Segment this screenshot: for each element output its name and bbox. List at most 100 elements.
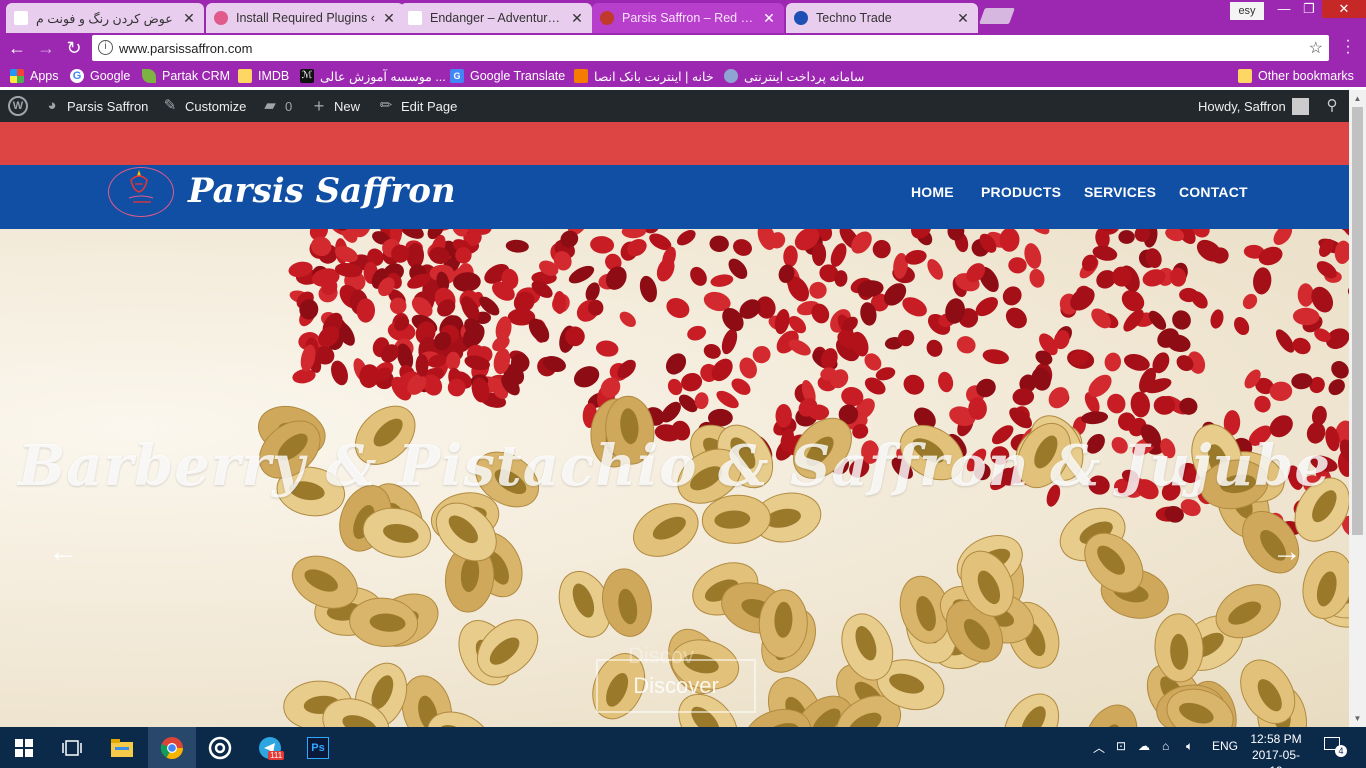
wp-customize[interactable]: ✎ Customize (162, 90, 247, 122)
close-tab-icon[interactable]: ✕ (956, 10, 970, 27)
edit-page-label: Edit Page (401, 98, 458, 114)
media-player-icon[interactable] (196, 727, 244, 768)
close-tab-icon[interactable]: ✕ (182, 10, 196, 27)
barberry (1292, 337, 1311, 355)
barberry (809, 281, 827, 299)
telegram-icon[interactable]: 111 (246, 727, 294, 768)
tab-0[interactable]: عوض کردن رنگ و فونت م ✕ (6, 3, 204, 33)
hero-slider: Barberry & Pistachio & Saffron & Jujube … (0, 229, 1349, 727)
tab-title: Endanger – Adventure W (430, 11, 564, 25)
bookmark-label: Google Translate (470, 69, 566, 83)
bookmark-imdb[interactable]: IMDB (238, 68, 289, 84)
nav-services[interactable]: SERVICES (1084, 184, 1156, 200)
tray-chevron-icon[interactable]: ︿ (1093, 739, 1105, 756)
clock-time: 12:58 PM (1250, 732, 1302, 746)
wp-my-account[interactable]: Howdy, Saffron (1198, 90, 1309, 122)
wp-new[interactable]: + New (311, 90, 360, 122)
restore-icon[interactable]: ❐ (1298, 0, 1320, 18)
saffron-icon (600, 11, 614, 25)
language-indicator[interactable]: ENG (1212, 739, 1238, 753)
wp-site-name[interactable]: ◕ Parsis Saffron (44, 90, 148, 122)
clock[interactable]: 12:58 PM 2017-05-19 (1246, 731, 1306, 768)
nav-contact[interactable]: CONTACT (1179, 184, 1248, 200)
tab-title: Parsis Saffron – Red Gold (622, 11, 756, 25)
tab-1[interactable]: Install Required Plugins ‹ ✕ (206, 3, 404, 33)
forward-icon[interactable]: → (35, 37, 57, 59)
chrome-menu-icon[interactable]: · · · (1340, 33, 1356, 61)
barberry (687, 325, 707, 341)
barberry (1234, 316, 1250, 336)
barberry (681, 373, 703, 392)
barberry (1104, 352, 1122, 372)
bookmark-google-translate[interactable]: G Google Translate (450, 68, 565, 84)
barberry (721, 328, 738, 355)
wp-search[interactable]: ⚲ (1324, 90, 1347, 122)
hero-title: Barberry & Pistachio & Saffron & Jujube (17, 433, 1332, 499)
other-bookmarks[interactable]: Other bookmarks (1238, 68, 1354, 84)
photoshop-icon[interactable]: Ps (294, 727, 342, 768)
barberry (1026, 229, 1050, 235)
brand-name[interactable]: Parsis Saffron (188, 171, 456, 211)
bookmark-google[interactable]: G Google (70, 68, 130, 84)
barberry (926, 339, 943, 357)
telegram-badge: 111 (268, 751, 285, 760)
plugin-icon (214, 11, 228, 25)
page-scrollbar[interactable]: ▲ ▼ (1349, 90, 1366, 727)
bookmark-ansar-bank[interactable]: خانه | اینترنت بانک انصا (574, 68, 714, 84)
bookmark-star-icon[interactable]: ☆ (1309, 38, 1323, 58)
onedrive-icon[interactable]: ☁ (1138, 739, 1150, 753)
barberry (595, 340, 619, 357)
next-slide-arrow-icon[interactable]: → (1272, 535, 1302, 569)
address-bar[interactable]: i www.parsissaffron.com ☆ (92, 35, 1329, 61)
site-info-icon[interactable]: i (98, 40, 113, 55)
reload-icon[interactable]: ↻ (63, 37, 85, 59)
close-tab-icon[interactable]: ✕ (570, 10, 584, 27)
barberry (1130, 391, 1150, 418)
scrollbar-thumb[interactable] (1352, 107, 1363, 535)
tab-3[interactable]: Parsis Saffron – Red Gold ✕ (592, 3, 784, 33)
barberry (982, 349, 1009, 365)
back-icon[interactable]: ← (6, 37, 28, 59)
wp-comments[interactable]: ▰ 0 (262, 90, 292, 122)
barberry (1328, 379, 1345, 396)
wp-edit-page[interactable]: ✏ Edit Page (378, 90, 458, 122)
barberry (1273, 229, 1293, 245)
windows-start-icon[interactable] (0, 727, 48, 768)
close-tab-icon[interactable]: ✕ (382, 10, 396, 27)
leaf-icon (142, 69, 156, 83)
profile-button[interactable]: esy (1230, 2, 1264, 20)
nav-home[interactable]: HOME (911, 184, 954, 200)
task-view-icon[interactable] (48, 727, 96, 768)
prev-slide-arrow-icon[interactable]: ← (48, 535, 78, 569)
site-logo[interactable] (108, 167, 174, 217)
minimize-icon[interactable]: — (1270, 0, 1298, 18)
volume-icon[interactable]: 🔈︎ (1186, 739, 1193, 754)
chrome-icon[interactable] (148, 727, 196, 768)
scroll-down-icon[interactable]: ▼ (1349, 710, 1366, 727)
network-icon[interactable]: ⌂ (1162, 739, 1169, 753)
bookmark-partak-crm[interactable]: Partak CRM (142, 68, 230, 84)
barberry (1002, 286, 1022, 306)
barberry (505, 239, 529, 253)
scroll-up-icon[interactable]: ▲ (1349, 90, 1366, 107)
pencil-icon: ✏ (379, 97, 393, 114)
discover-button[interactable]: Discover (596, 659, 756, 713)
tab-2[interactable]: Endanger – Adventure W ✕ (400, 3, 592, 33)
barberry (590, 236, 615, 254)
tab-4[interactable]: Techno Trade ✕ (786, 3, 978, 33)
other-bookmarks-label: Other bookmarks (1258, 69, 1354, 83)
wordpress-logo[interactable]: W (8, 90, 35, 122)
url-text[interactable]: www.parsissaffron.com (119, 41, 252, 56)
photoshop-label: Ps (307, 736, 329, 759)
bookmark-payment[interactable]: سامانه پرداخت اینترنتی (724, 68, 864, 84)
action-center-icon[interactable]: 4 (1324, 737, 1347, 757)
close-window-icon[interactable]: ✕ (1322, 0, 1366, 18)
bookmark-institute[interactable]: ℳ موسسه آموزش عالی ... (300, 68, 446, 84)
network-adapter-icon[interactable]: ⊡ (1116, 739, 1126, 753)
bookmark-apps[interactable]: Apps (10, 68, 59, 84)
bookmark-label: موسسه آموزش عالی ... (320, 69, 446, 84)
file-explorer-icon[interactable] (98, 727, 146, 768)
nav-products[interactable]: PRODUCTS (981, 184, 1061, 200)
close-tab-icon[interactable]: ✕ (762, 10, 776, 27)
new-tab-button[interactable] (979, 8, 1015, 24)
